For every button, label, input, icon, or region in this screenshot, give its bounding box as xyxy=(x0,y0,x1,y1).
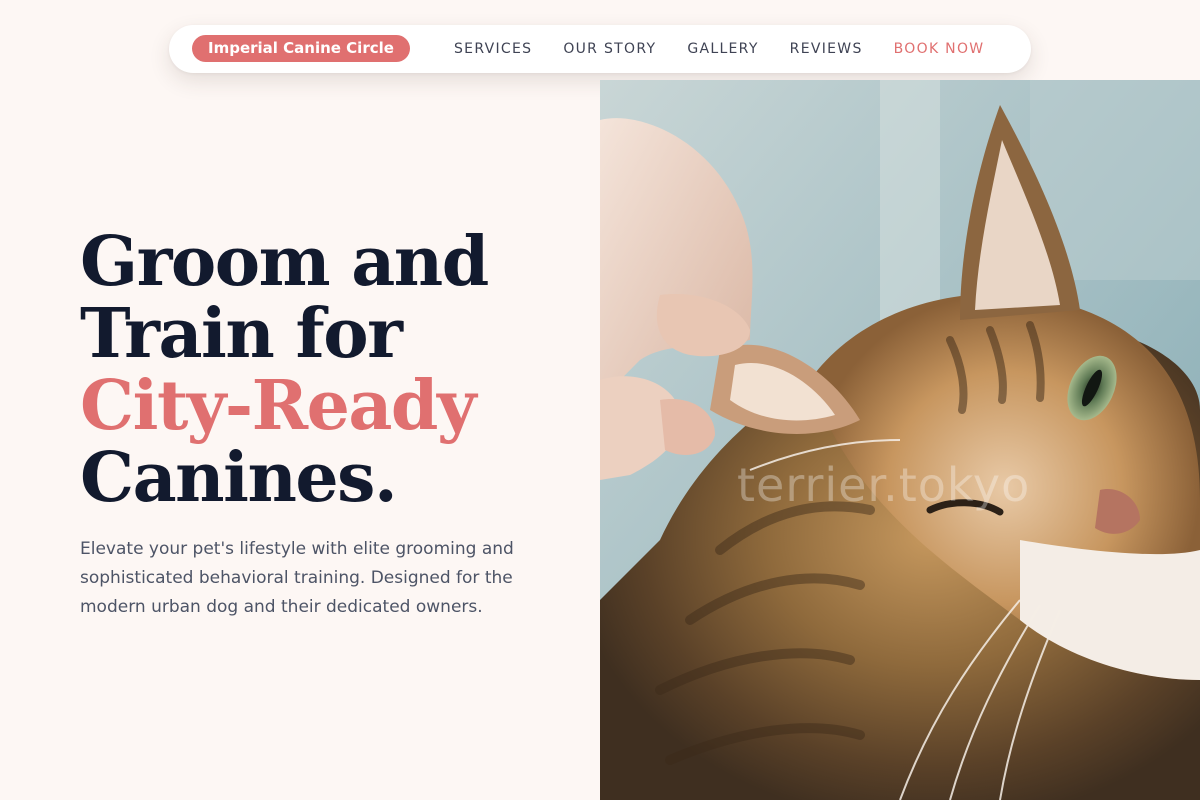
brand-logo-pill[interactable]: Imperial Canine Circle xyxy=(192,35,410,62)
hero-headline: Groom and Train for City-Ready Canines. xyxy=(80,226,580,514)
cat-photo-illustration xyxy=(600,80,1200,800)
headline-line-1: Groom and xyxy=(80,222,489,302)
nav-link-our-story[interactable]: OUR STORY xyxy=(563,41,656,57)
hero-lead-paragraph: Elevate your pet's lifestyle with elite … xyxy=(80,539,514,617)
headline-line-2: Train for xyxy=(80,294,403,374)
nav-link-book-now[interactable]: BOOK NOW xyxy=(894,41,985,57)
headline-line-4: Canines. xyxy=(80,438,398,518)
nav-link-services[interactable]: SERVICES xyxy=(454,41,532,57)
top-navigation: Imperial Canine Circle SERVICES OUR STOR… xyxy=(169,25,1031,73)
nav-link-reviews[interactable]: REVIEWS xyxy=(790,41,863,57)
headline-line-3-accent: City-Ready xyxy=(80,366,477,446)
hero-image-cat: terrier.tokyo xyxy=(600,80,1200,800)
image-watermark: terrier.tokyo xyxy=(737,458,1031,512)
nav-link-gallery[interactable]: GALLERY xyxy=(687,41,758,57)
nav-links: SERVICES OUR STORY GALLERY REVIEWS BOOK … xyxy=(454,25,984,73)
